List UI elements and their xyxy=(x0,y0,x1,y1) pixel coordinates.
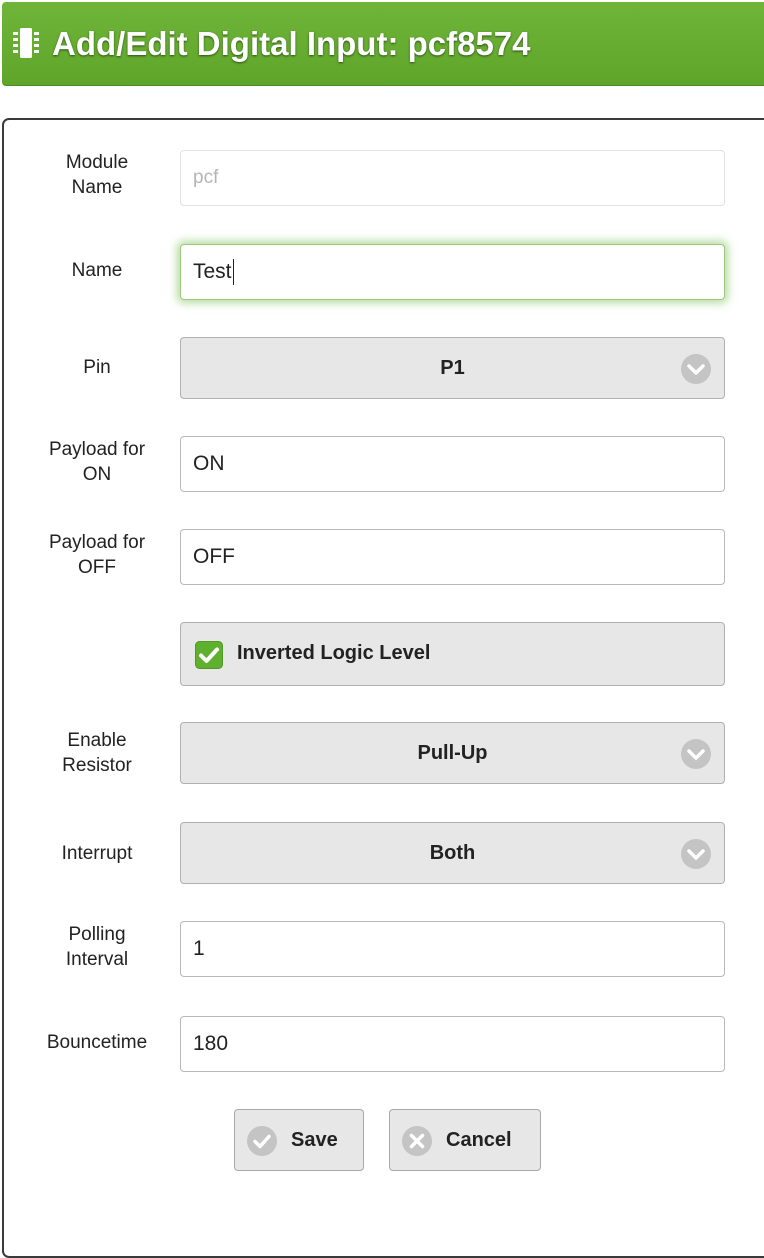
dialog-title: Add/Edit Digital Input: pcf8574 xyxy=(52,25,531,62)
dialog-header: Add/Edit Digital Input: pcf8574 xyxy=(2,2,764,86)
interrupt-value: Both xyxy=(429,841,476,864)
text-cursor xyxy=(232,259,234,285)
resistor-select[interactable]: Pull-Up xyxy=(180,722,725,784)
bouncetime-label: Bouncetime xyxy=(46,1032,148,1053)
chip-icon xyxy=(13,28,39,58)
payload-on-value: ON xyxy=(193,452,225,475)
payload-off-input[interactable]: OFF xyxy=(180,529,725,585)
pin-select[interactable]: P1 xyxy=(180,337,725,399)
polling-value: 1 xyxy=(193,937,205,960)
interrupt-label: Interrupt xyxy=(61,843,133,864)
interrupt-select[interactable]: Both xyxy=(180,822,725,884)
chevron-down-icon xyxy=(681,739,711,769)
bouncetime-input[interactable]: 180 xyxy=(180,1016,725,1072)
name-value: Test xyxy=(193,260,232,283)
resistor-label: Enable Resistor xyxy=(62,730,132,776)
payload-on-input[interactable]: ON xyxy=(180,436,725,492)
inverted-logic-checkbox[interactable]: Inverted Logic Level xyxy=(180,622,725,686)
chevron-down-icon xyxy=(681,354,711,384)
polling-input[interactable]: 1 xyxy=(180,921,725,977)
name-input[interactable]: Test xyxy=(180,244,725,300)
payload-off-value: OFF xyxy=(193,545,235,568)
name-label: Name xyxy=(71,260,123,281)
polling-label: Polling Interval xyxy=(65,924,129,970)
module-name-input[interactable]: pcf xyxy=(180,150,725,206)
bouncetime-value: 180 xyxy=(193,1032,229,1055)
payload-off-label: Payload for OFF xyxy=(48,532,146,578)
pin-label: Pin xyxy=(83,357,111,378)
close-circle-icon xyxy=(402,1126,432,1156)
inverted-logic-label: Inverted Logic Level xyxy=(237,642,431,664)
check-circle-icon xyxy=(247,1126,277,1156)
pin-value: P1 xyxy=(440,356,465,379)
cancel-button[interactable]: Cancel xyxy=(389,1109,541,1171)
module-name-label: Module Name xyxy=(65,152,129,198)
save-label: Save xyxy=(291,1129,338,1151)
save-button[interactable]: Save xyxy=(234,1109,364,1171)
resistor-value: Pull-Up xyxy=(417,741,488,764)
checkmark-icon xyxy=(195,641,223,669)
module-name-placeholder: pcf xyxy=(193,167,219,188)
payload-on-label: Payload for ON xyxy=(48,439,146,485)
cancel-label: Cancel xyxy=(446,1129,512,1151)
chevron-down-icon xyxy=(681,839,711,869)
